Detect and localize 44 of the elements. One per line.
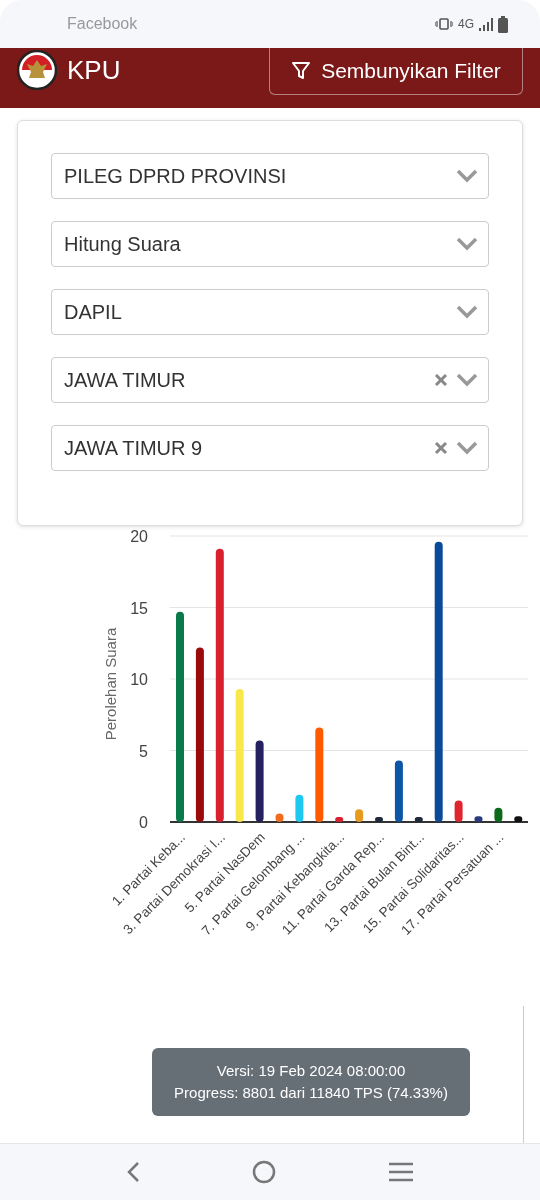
dropdown-select[interactable]: PILEG DPRD PROVINSI: [51, 153, 489, 199]
menu-icon[interactable]: [388, 1162, 414, 1182]
bar[interactable]: [355, 809, 364, 822]
version-text: Versi: 19 Feb 2024 08:00:00: [215, 1061, 407, 1081]
bar[interactable]: [474, 816, 483, 822]
bar[interactable]: [275, 813, 284, 822]
bar[interactable]: [494, 807, 503, 822]
back-icon[interactable]: [126, 1161, 140, 1183]
network-type: 4G: [458, 17, 474, 31]
dropdown-select[interactable]: Hitung Suara: [51, 221, 489, 267]
chevron-down-icon: [456, 373, 478, 387]
bar[interactable]: [375, 817, 383, 822]
bar[interactable]: [195, 647, 204, 822]
filter-icon: [291, 61, 312, 81]
clear-icon[interactable]: [434, 373, 448, 387]
dropdown-select[interactable]: JAWA TIMUR: [51, 357, 489, 403]
bar[interactable]: [335, 817, 344, 822]
progress-text: Progress: 8801 dari 11840 TPS (74.33%): [173, 1082, 449, 1103]
app-title: KPU: [67, 54, 121, 86]
y-tick-label: 5: [139, 742, 148, 760]
bar[interactable]: [414, 817, 423, 822]
vibrate-icon: [435, 18, 453, 30]
home-icon[interactable]: [252, 1160, 276, 1184]
chevron-down-icon: [456, 305, 478, 319]
hide-filter-button[interactable]: Sembunyikan Filter: [269, 48, 523, 95]
y-axis-title: Perolehan Suara: [102, 627, 119, 741]
y-tick-label: 20: [130, 528, 148, 545]
y-tick-label: 10: [130, 671, 148, 688]
dropdown-select[interactable]: JAWA TIMUR 9: [51, 425, 489, 471]
bar[interactable]: [394, 760, 403, 822]
bar[interactable]: [514, 816, 523, 822]
y-tick-label: 0: [139, 814, 148, 831]
y-tick-label: 15: [130, 599, 148, 617]
chevron-down-icon: [456, 441, 478, 455]
bar[interactable]: [255, 740, 264, 822]
bar[interactable]: [454, 800, 463, 822]
battery-icon: [498, 15, 508, 33]
chevron-down-icon: [456, 169, 478, 183]
notification-app-name: Facebook: [67, 15, 138, 33]
dropdown-select[interactable]: DAPIL: [51, 289, 489, 335]
clear-icon[interactable]: [434, 441, 448, 455]
emblem-logo-icon: [17, 50, 57, 90]
signal-icon: [479, 17, 493, 31]
chevron-down-icon: [456, 237, 478, 251]
